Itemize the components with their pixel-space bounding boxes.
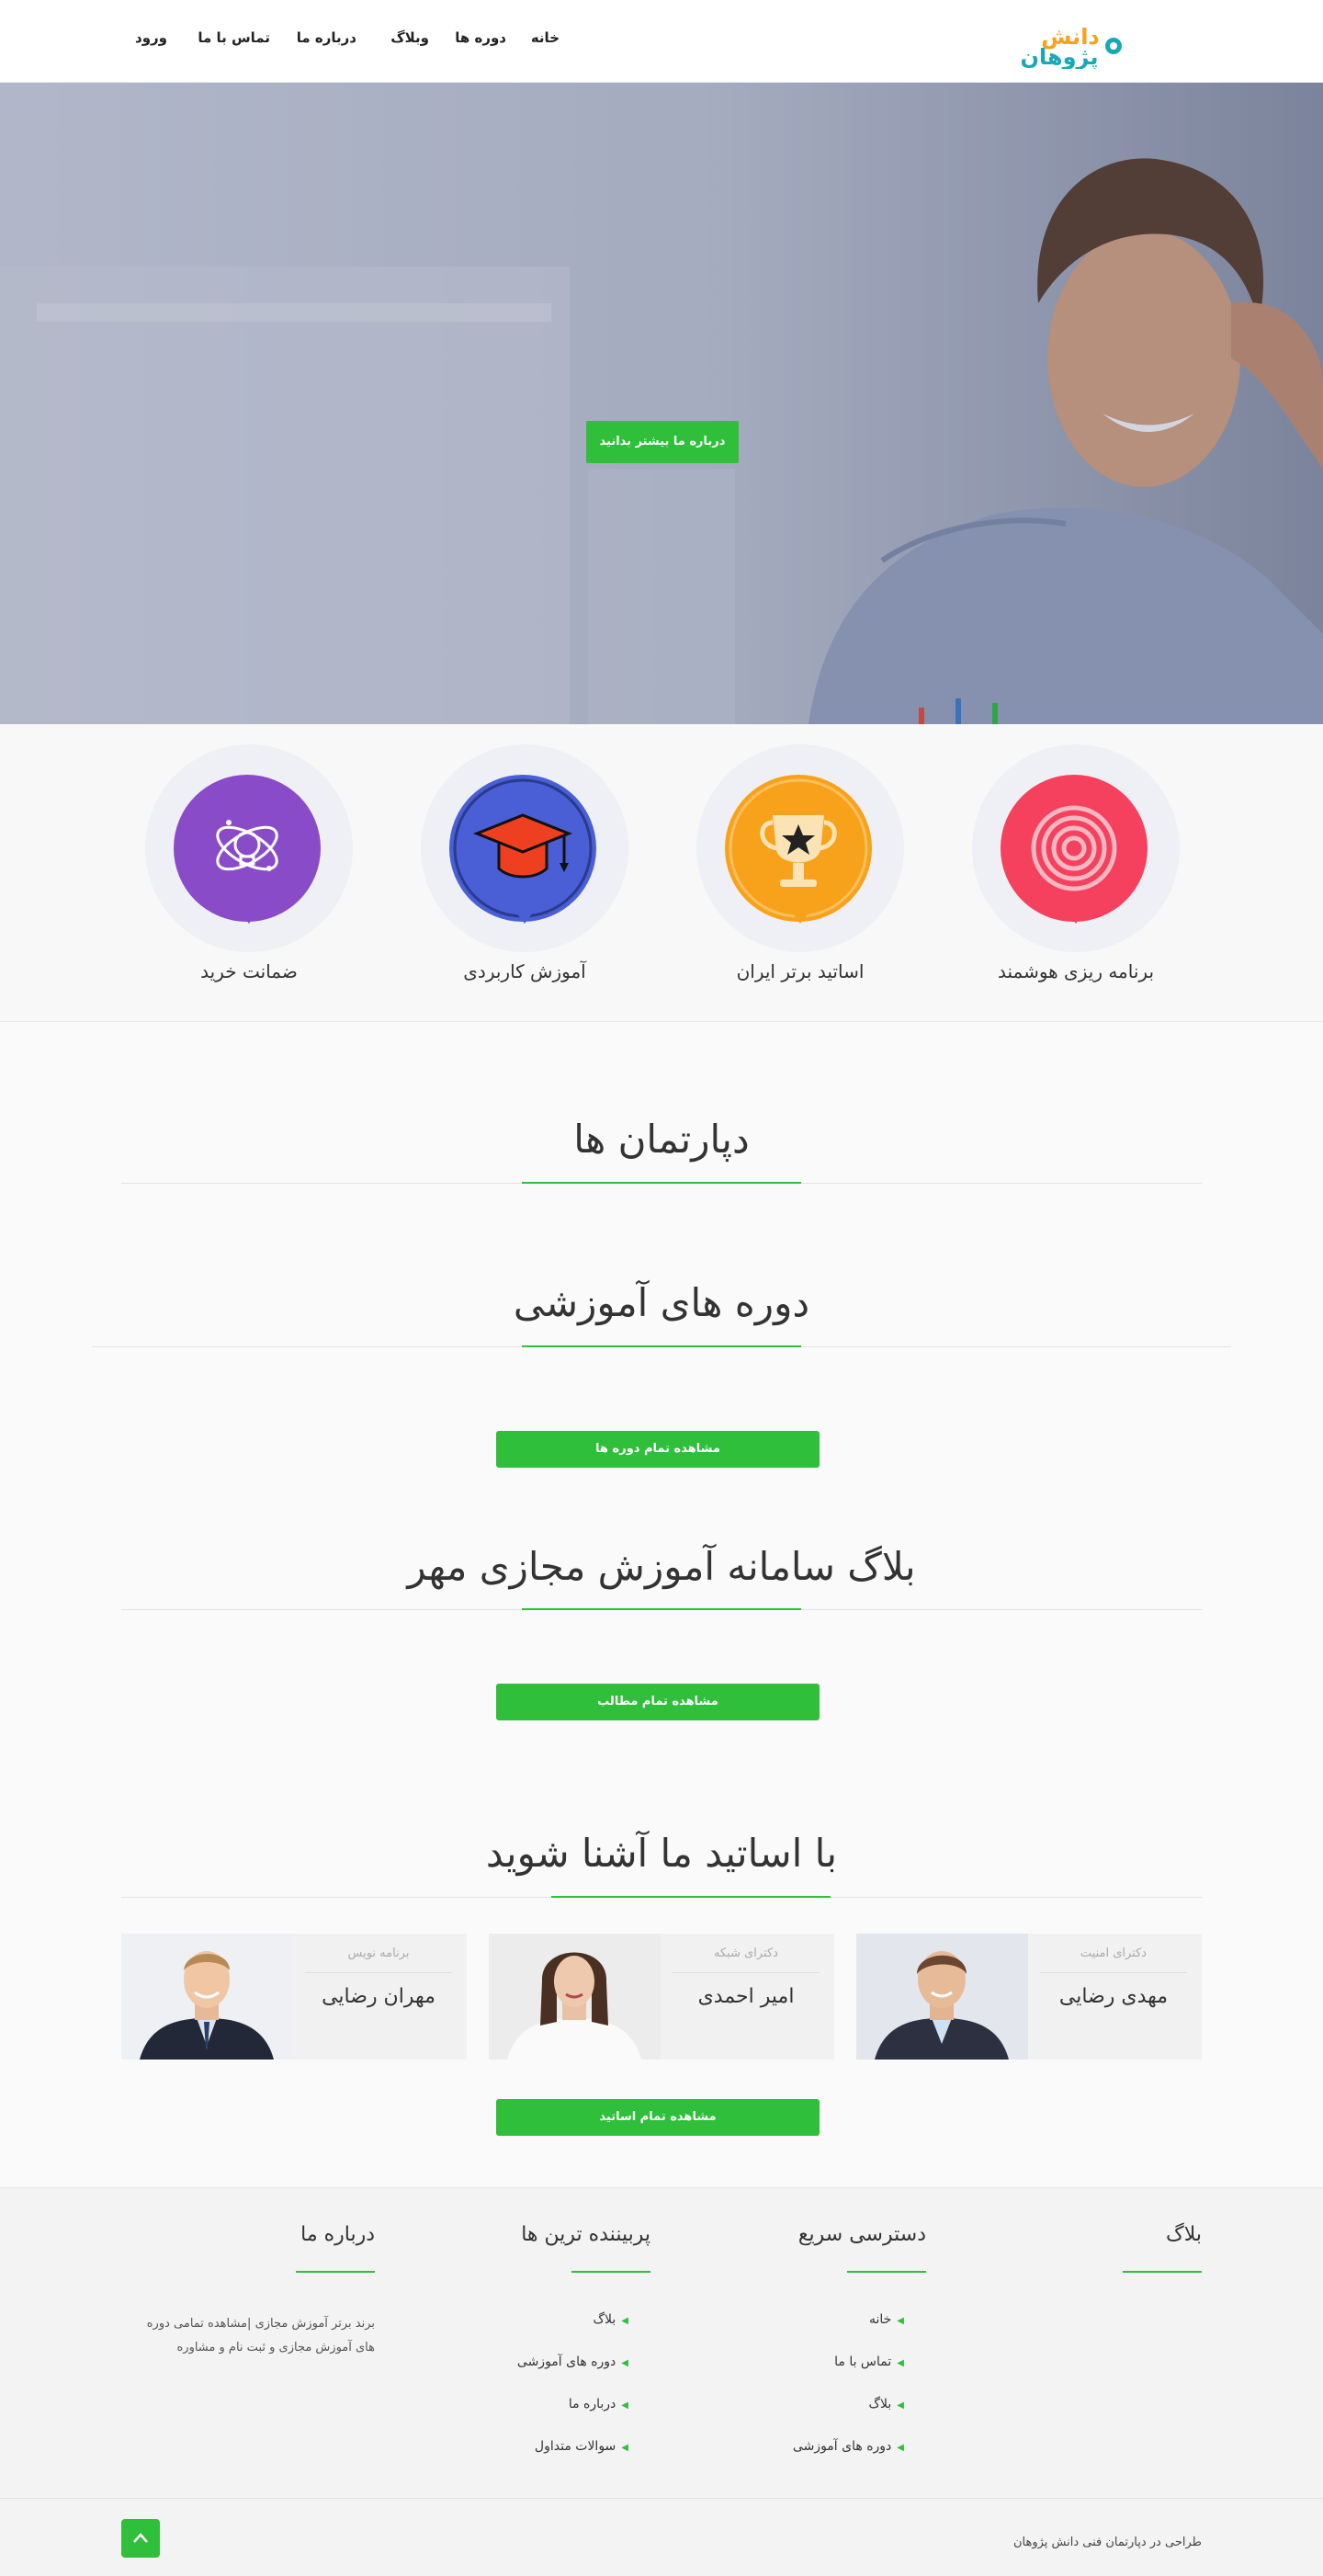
caret-left-icon: ◀ bbox=[897, 2358, 904, 2368]
teacher-name: مهران رضایی bbox=[322, 1985, 435, 2008]
footer-quick-link[interactable]: ◀تماس با ما bbox=[834, 2355, 904, 2369]
section-accent-line bbox=[551, 1896, 831, 1898]
chevron-up-icon bbox=[133, 2533, 148, 2543]
view-all-teachers-button[interactable]: مشاهده تمام اساتید bbox=[496, 2099, 820, 2136]
feature-pointer bbox=[1068, 913, 1084, 924]
footer-accent-line bbox=[571, 2271, 650, 2273]
teacher-photo bbox=[489, 1934, 661, 2060]
caret-left-icon: ◀ bbox=[621, 2400, 628, 2411]
footer-about-text: برند برتر آموزش مجازی |مشاهده تمامی دوره… bbox=[146, 2317, 375, 2355]
teacher-card-divider bbox=[673, 1972, 820, 1973]
caret-left-icon: ◀ bbox=[897, 2400, 904, 2411]
courses-title: دوره های آموزشی bbox=[513, 1280, 810, 1325]
footer-quick-link[interactable]: ◀بلاگ bbox=[869, 2397, 904, 2411]
caret-left-icon: ◀ bbox=[897, 2443, 904, 2453]
section-accent-line bbox=[522, 1608, 801, 1610]
features-section: برنامه ریزی هوشمند اساتید برتر ایران آمو… bbox=[0, 724, 1323, 1022]
feature-pointer bbox=[241, 913, 257, 924]
trophy-icon bbox=[725, 775, 872, 922]
hero-banner: درباره ما بیشتر بدانید bbox=[0, 83, 1323, 724]
feature-practical-training: آموزش کاربردی bbox=[419, 744, 630, 983]
feature-pointer bbox=[516, 913, 533, 924]
teacher-photo bbox=[856, 1934, 1028, 2060]
feature-label: برنامه ریزی هوشمند bbox=[997, 960, 1155, 982]
site-logo[interactable]: دانش پژوهان bbox=[1006, 18, 1125, 70]
feature-smart-planning: برنامه ریزی هوشمند bbox=[970, 744, 1182, 983]
feature-purchase-guarantee: ضمانت خرید bbox=[143, 744, 355, 983]
svg-text:پژوهان: پژوهان bbox=[1021, 44, 1099, 69]
feature-label: ضمانت خرید bbox=[200, 960, 298, 982]
nav-blog[interactable]: وبلاگ bbox=[390, 29, 429, 46]
nav-about[interactable]: درباره ما bbox=[297, 29, 356, 46]
teacher-photo bbox=[121, 1934, 293, 2060]
logo-mark-icon: دانش پژوهان bbox=[1021, 24, 1122, 70]
teacher-name: امیر احمدی bbox=[697, 1985, 795, 2008]
footer-about-title: درباره ما bbox=[300, 2223, 375, 2246]
feature-label: آموزش کاربردی bbox=[463, 960, 586, 982]
feature-top-teachers: اساتید برتر ایران bbox=[695, 744, 906, 983]
teacher-card-divider bbox=[1040, 1972, 1187, 1973]
teacher-card[interactable]: دکترای امنیت مهدی رضایی bbox=[856, 1934, 1202, 2060]
section-accent-line bbox=[522, 1182, 801, 1184]
section-accent-line bbox=[522, 1345, 801, 1347]
copyright-text: طراحی در دپارتمان فنی دانش پژوهان bbox=[1012, 2536, 1202, 2549]
teachers-title: با اساتید ما آشنا شوید bbox=[485, 1831, 838, 1876]
feature-label: اساتید برتر ایران bbox=[736, 960, 865, 982]
footer-popular-column: پربیننده ترین ها bbox=[375, 2223, 650, 2251]
footer-quick-link[interactable]: ◀خانه bbox=[869, 2312, 904, 2327]
nav-contact[interactable]: تماس با ما bbox=[198, 29, 270, 46]
teacher-card-divider bbox=[305, 1972, 452, 1973]
teacher-name: مهدی رضایی bbox=[1058, 1985, 1169, 2008]
footer-accent-line bbox=[1123, 2271, 1202, 2273]
footer-accent-line bbox=[296, 2271, 375, 2273]
site-header: دانش پژوهان خانه دوره ها وبلاگ درباره ما… bbox=[0, 0, 1323, 83]
footer-about-column: درباره ما bbox=[99, 2223, 375, 2251]
footer-popular-link[interactable]: ◀سوالات متداول bbox=[535, 2439, 628, 2454]
hero-overlay bbox=[0, 83, 1323, 724]
lightbulb-atom-icon bbox=[174, 775, 321, 922]
footer-popular-title: پربیننده ترین ها bbox=[521, 2223, 650, 2246]
graduation-cap-icon bbox=[449, 775, 596, 922]
nav-courses[interactable]: دوره ها bbox=[455, 29, 506, 46]
teacher-role: دکترای امنیت bbox=[1080, 1946, 1148, 1960]
footer-bottom-bar: طراحی در دپارتمان فنی دانش پژوهان bbox=[0, 2498, 1323, 2576]
teacher-role: دکترای شبکه bbox=[714, 1946, 778, 1960]
caret-left-icon: ◀ bbox=[621, 2316, 628, 2326]
view-all-courses-button[interactable]: مشاهده تمام دوره ها bbox=[496, 1431, 820, 1468]
footer-popular-link[interactable]: ◀بلاگ bbox=[594, 2312, 628, 2327]
target-icon bbox=[1001, 775, 1148, 922]
footer-quick-title: دسترسی سریع bbox=[797, 2223, 926, 2246]
scroll-to-top-button[interactable] bbox=[121, 2519, 160, 2558]
caret-left-icon: ◀ bbox=[621, 2443, 628, 2453]
caret-left-icon: ◀ bbox=[897, 2316, 904, 2326]
nav-login[interactable]: ورود bbox=[135, 29, 167, 46]
footer-popular-link[interactable]: ◀دوره های آموزشی bbox=[517, 2355, 628, 2369]
footer-popular-link[interactable]: ◀درباره ما bbox=[569, 2397, 628, 2411]
blog-title: بلاگ سامانه آموزش مجازی مهر bbox=[407, 1544, 916, 1589]
about-us-cta-button[interactable]: درباره ما بیشتر بدانید bbox=[586, 421, 739, 463]
departments-title: دپارتمان ها bbox=[573, 1117, 750, 1162]
teacher-card[interactable]: دکترای شبکه امیر احمدی bbox=[489, 1934, 834, 2060]
footer-quick-link[interactable]: ◀دوره های آموزشی bbox=[793, 2439, 904, 2454]
nav-home[interactable]: خانه bbox=[531, 29, 560, 46]
teacher-card[interactable]: برنامه نویس مهران رضایی bbox=[121, 1934, 467, 2060]
teacher-role: برنامه نویس bbox=[347, 1946, 410, 1960]
feature-pointer bbox=[792, 913, 808, 924]
footer-quick-access-column: دسترسی سریع bbox=[650, 2223, 926, 2251]
footer-blog-column: بلاگ bbox=[926, 2223, 1202, 2251]
view-all-posts-button[interactable]: مشاهده تمام مطالب bbox=[496, 1684, 820, 1720]
caret-left-icon: ◀ bbox=[621, 2358, 628, 2368]
footer-blog-title: بلاگ bbox=[1166, 2223, 1202, 2246]
footer-accent-line bbox=[847, 2271, 926, 2273]
